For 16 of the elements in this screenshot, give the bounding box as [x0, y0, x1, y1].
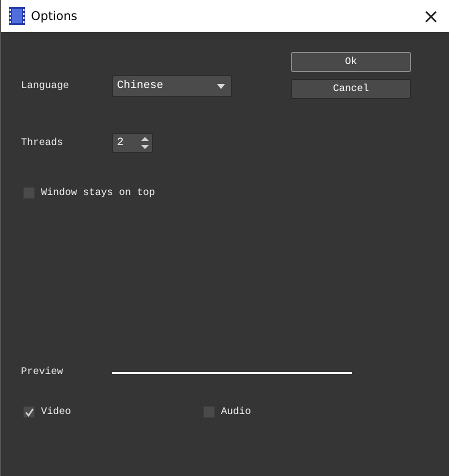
language-label: Language: [21, 80, 70, 92]
ok-button[interactable]: Ok: [291, 52, 411, 72]
checkbox[interactable]: [23, 406, 35, 418]
checkbox-label: Window stays on top: [41, 188, 156, 198]
language-dropdown[interactable]: Chinese: [112, 75, 232, 97]
threads-label: Threads: [21, 138, 64, 148]
dropdown-arrow-icon: [217, 84, 225, 88]
window-title: Options: [31, 9, 78, 23]
checkbox-label: Audio: [221, 406, 252, 418]
cancel-button[interactable]: Cancel: [291, 79, 411, 99]
film-icon: [9, 7, 25, 25]
preview-label: Preview: [21, 367, 64, 378]
threads-spinbox[interactable]: 2: [112, 133, 153, 153]
spin-arrows-icon[interactable]: [140, 136, 150, 150]
close-button[interactable]: ×: [413, 0, 449, 32]
checkbox-label: Video: [41, 406, 72, 418]
